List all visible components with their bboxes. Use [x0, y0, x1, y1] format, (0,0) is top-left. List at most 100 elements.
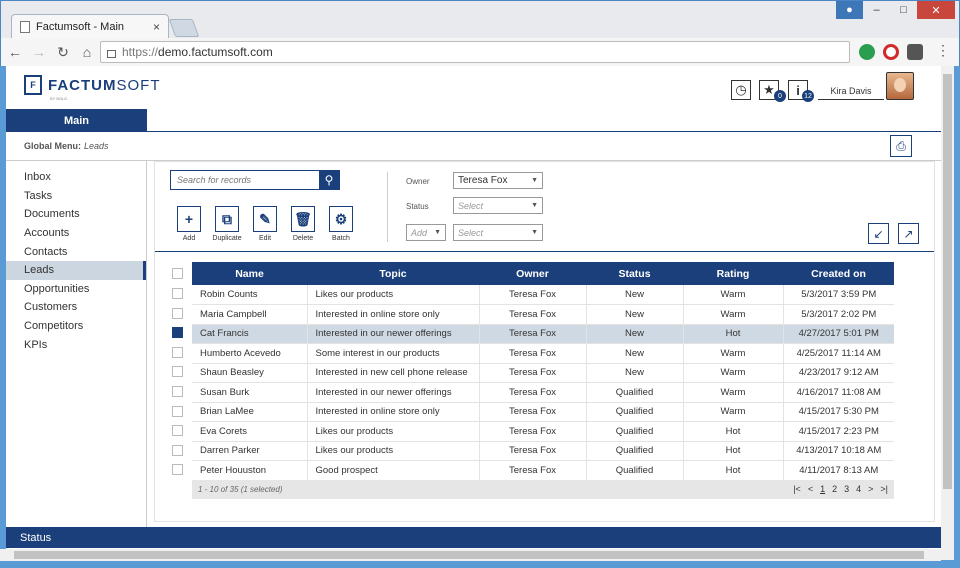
status-select[interactable]: Select ▼ [453, 197, 543, 214]
new-tab-button[interactable] [168, 19, 200, 37]
avatar[interactable] [886, 72, 914, 100]
sidebar-item-opportunities[interactable]: Opportunities [6, 280, 146, 299]
sidebar-item-competitors[interactable]: Competitors [6, 317, 146, 336]
import-icon[interactable]: ↙ [868, 223, 889, 244]
reload-icon[interactable]: ↻ [53, 44, 73, 61]
add-filter-select[interactable]: Add ▼ [406, 224, 446, 241]
pager-item[interactable]: < [808, 484, 813, 494]
sidebar-item-leads[interactable]: Leads [6, 260, 146, 280]
row-checkbox[interactable] [172, 444, 183, 456]
minimize-icon[interactable]: – [863, 1, 890, 19]
table-row[interactable]: Peter Houuston Good prospect Teresa Fox Qua… [192, 460, 894, 481]
back-arrow-icon[interactable]: ← [5, 44, 25, 60]
cell-status: New [585, 343, 683, 364]
table-row[interactable]: Darren Parker Likes our products Teresa Fo… [192, 441, 894, 461]
add-button[interactable]: + Add [170, 206, 208, 242]
column-header-status[interactable]: Status [586, 262, 683, 285]
profile-icon[interactable]: ● [836, 1, 863, 19]
history-icon[interactable]: ◷ [731, 80, 751, 100]
sidebar-item-contacts[interactable]: Contacts [6, 242, 146, 261]
address-bar[interactable]: https://demo.factumsoft.com [100, 41, 850, 63]
tab-main[interactable]: Main [6, 109, 147, 132]
row-checkbox[interactable] [172, 327, 183, 339]
sidebar-item-inbox[interactable]: Inbox [6, 168, 146, 187]
row-checkbox[interactable] [172, 346, 183, 358]
scroll-thumb[interactable] [943, 74, 952, 489]
extension-green-icon[interactable] [859, 44, 875, 60]
cell-rating: Warm [682, 363, 783, 383]
select-all-checkbox[interactable] [172, 268, 183, 279]
opera-icon[interactable] [883, 44, 899, 60]
column-header-rating[interactable]: Rating [683, 262, 783, 285]
table-row[interactable]: Cat Francis Interested in our newer offer… [192, 324, 894, 344]
search-icon[interactable]: ⚲ [319, 171, 339, 189]
table-row[interactable]: Brian LaMee Interested in online store on… [192, 402, 894, 422]
pager-item[interactable]: 4 [856, 484, 861, 494]
user-name[interactable]: Kira Davis [818, 82, 884, 100]
search-input[interactable] [171, 171, 319, 189]
table-row[interactable]: Robin Counts Likes our products Teresa Fox… [192, 285, 894, 305]
row-checkbox[interactable] [172, 464, 183, 476]
table-row[interactable]: Eva Corets Likes our products Teresa Fox Qu… [192, 421, 894, 442]
column-header-name[interactable]: Name [192, 262, 307, 285]
cell-topic: Likes our products [306, 421, 479, 442]
table-row[interactable]: Shaun Beasley Interested in new cell phon… [192, 363, 894, 383]
table-row[interactable]: Maria Campbell Interested in online store… [192, 304, 894, 325]
delete-button[interactable]: 🗑 Delete [284, 206, 322, 242]
forward-arrow-icon[interactable]: → [29, 44, 49, 60]
export-icon[interactable]: ↗ [898, 223, 919, 244]
table-row[interactable]: Humberto Acevedo Some interest in our pro… [192, 343, 894, 364]
sidebar-item-customers[interactable]: Customers [6, 298, 146, 317]
cell-name: Darren Parker [192, 441, 307, 461]
pager-item[interactable]: 1 [820, 484, 825, 494]
tab-close-icon[interactable]: × [153, 20, 160, 34]
sidebar-item-tasks[interactable]: Tasks [6, 187, 146, 206]
table-row[interactable]: Susan Burk Interested in our newer offeri… [192, 382, 894, 403]
extension-gray-icon[interactable] [907, 44, 923, 60]
cell-topic: Likes our products [306, 441, 479, 461]
sidebar-item-documents[interactable]: Documents [6, 205, 146, 224]
print-icon[interactable]: ⎙ [890, 135, 912, 157]
leads-table: Name Topic Owner Status Rating Created on Rob… [192, 262, 894, 481]
row-checkbox[interactable] [172, 386, 183, 397]
browser-tab[interactable]: Factumsoft - Main × [11, 14, 169, 38]
home-icon[interactable]: ⌂ [77, 44, 97, 60]
duplicate-button[interactable]: ⧉ Duplicate [208, 206, 246, 242]
cell-topic: Some interest in our products [306, 343, 479, 364]
status-placeholder: Select [458, 200, 484, 211]
row-checkbox[interactable] [172, 366, 183, 378]
column-header-owner[interactable]: Owner [479, 262, 586, 285]
cell-topic: Interested in online store only [306, 304, 479, 325]
sidebar-item-accounts[interactable]: Accounts [6, 224, 146, 243]
cell-status: Qualified [585, 460, 683, 481]
column-header-topic[interactable]: Topic [307, 262, 479, 285]
cell-owner: Teresa Fox [478, 421, 586, 442]
pager-item[interactable]: 2 [832, 484, 837, 494]
scroll-thumb[interactable] [14, 551, 924, 559]
batch-button[interactable]: ⚙ Batch [322, 206, 360, 242]
row-checkbox[interactable] [172, 405, 183, 417]
row-checkbox[interactable] [172, 307, 183, 319]
column-header-created-on[interactable]: Created on [783, 262, 894, 285]
row-checkbox[interactable] [172, 288, 183, 299]
owner-select[interactable]: Teresa Fox ▼ [453, 172, 543, 189]
edit-button[interactable]: ✎ Edit [246, 206, 284, 242]
maximize-icon[interactable]: □ [890, 1, 917, 19]
action-label: Delete [292, 235, 314, 242]
pager-item[interactable]: > [868, 484, 873, 494]
row-checkbox[interactable] [172, 425, 183, 437]
pager-item[interactable]: >| [880, 484, 888, 494]
sidebar-item-kpis[interactable]: KPIs [6, 335, 146, 354]
close-window-icon[interactable]: ✕ [917, 1, 955, 19]
logo: F FACTUMSOFT BY BOLD [24, 75, 161, 101]
vertical-scrollbar[interactable] [941, 66, 954, 560]
action-label: Duplicate [212, 235, 242, 242]
pager-item[interactable]: |< [793, 484, 801, 494]
cell-owner: Teresa Fox [478, 343, 586, 364]
browser-menu-icon[interactable]: ⋮ [936, 42, 950, 59]
pager-item[interactable]: 3 [844, 484, 849, 494]
horizontal-scrollbar[interactable] [0, 549, 941, 561]
info-count-badge: 12 [802, 90, 814, 102]
extra-filter-select[interactable]: Select ▼ [453, 224, 543, 241]
table-header: Name Topic Owner Status Rating Created on [192, 262, 894, 285]
